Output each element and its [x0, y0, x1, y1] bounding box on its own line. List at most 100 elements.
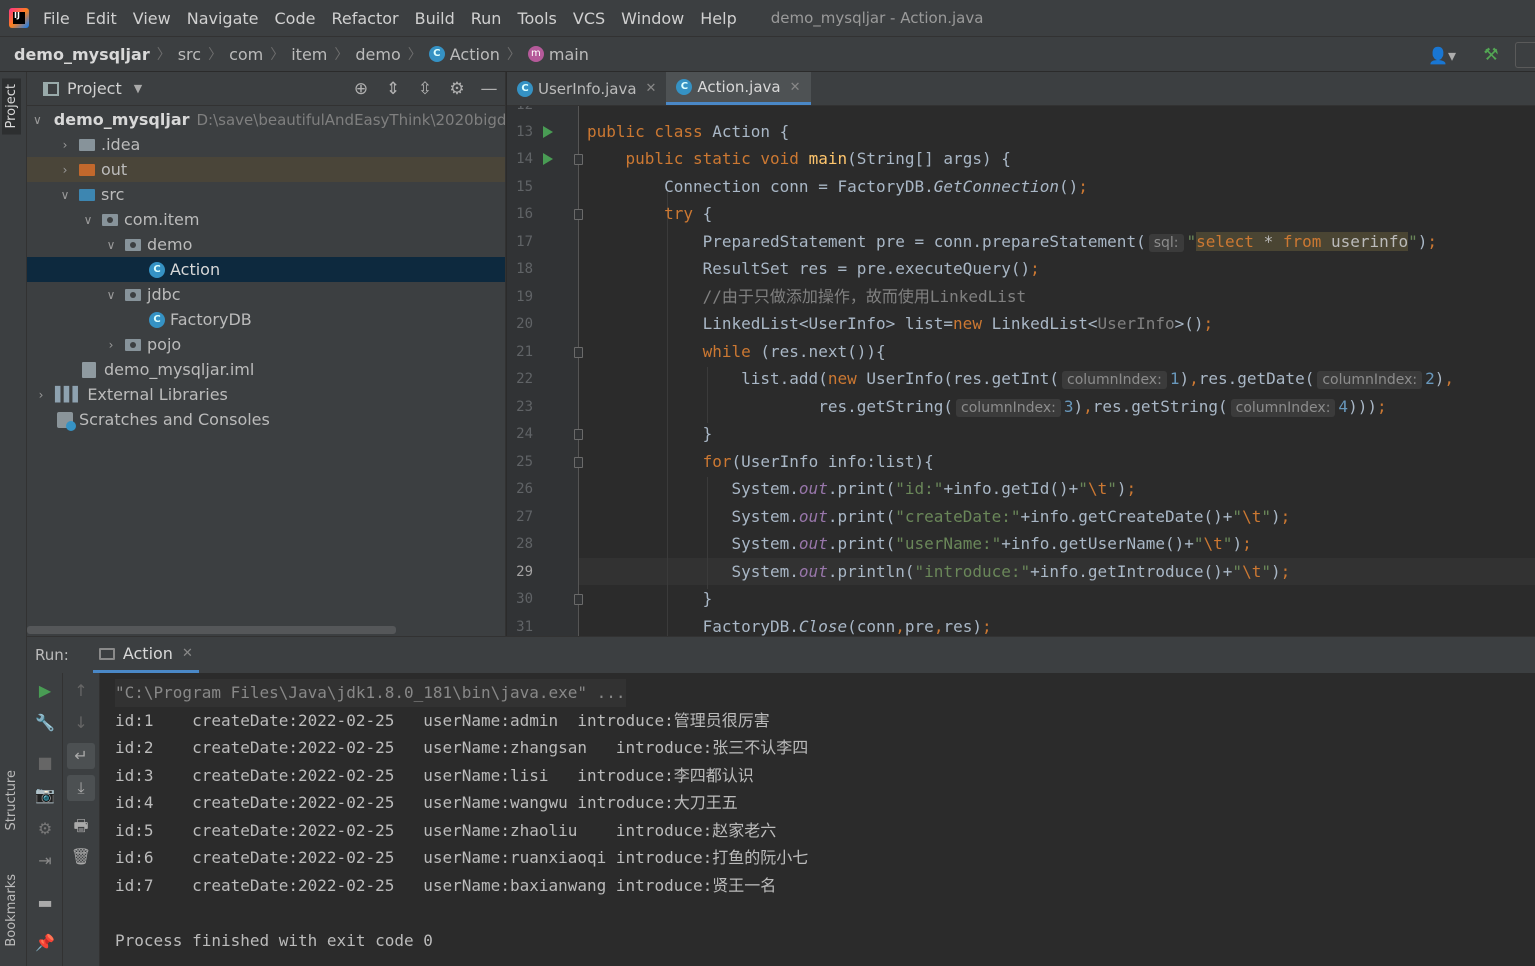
tree-item-src[interactable]: ∨ src — [27, 182, 505, 207]
minimize-icon[interactable]: — — [473, 79, 505, 99]
layout-icon[interactable]: ▬ — [27, 893, 63, 912]
menu-code[interactable]: Code — [267, 9, 324, 28]
camera-icon[interactable]: 📷 — [27, 785, 63, 804]
source-folder-icon — [79, 188, 95, 201]
tree-item-scratches[interactable]: Scratches and Consoles — [27, 407, 505, 432]
run-config-box[interactable] — [1515, 42, 1535, 68]
fold-marker-icon[interactable] — [574, 154, 583, 165]
breadcrumb-com[interactable]: com — [229, 45, 263, 64]
chevron-down-icon[interactable]: ∨ — [80, 213, 96, 227]
code-comment: //由于只做添加操作，故而使用LinkedList — [702, 287, 1027, 306]
chevron-down-icon[interactable]: ∨ — [33, 113, 42, 127]
breadcrumb-demo[interactable]: demo — [355, 45, 400, 64]
tool-tab-project[interactable]: Project — [2, 78, 21, 135]
run-tab-action[interactable]: Action ✕ — [92, 637, 199, 673]
exit-icon[interactable]: ⇥ — [27, 851, 63, 870]
tree-item-label: External Libraries — [87, 385, 228, 404]
trash-icon[interactable]: 🗑 — [63, 847, 99, 866]
breadcrumb-separator-icon: 〉 — [334, 47, 349, 63]
run-gutter-icon[interactable] — [543, 153, 553, 165]
expand-all-icon[interactable]: ⇕ — [377, 79, 409, 99]
tree-item-external-libraries[interactable]: › ▌▌▌ External Libraries — [27, 382, 505, 407]
code-line-14: public static void main(String[] args) { — [625, 149, 1011, 168]
dropdown-arrow-icon[interactable]: ▼ — [134, 82, 142, 95]
fold-marker-icon[interactable] — [574, 594, 583, 605]
breadcrumb-item[interactable]: item — [291, 45, 327, 64]
line-number: 27 — [516, 509, 533, 525]
tree-item-demo[interactable]: ∨ demo — [27, 232, 505, 257]
menu-view[interactable]: View — [125, 9, 179, 28]
collapse-all-icon[interactable]: ⇳ — [409, 79, 441, 99]
code-editor[interactable]: 12 13 14 15 16 17 18 19 20 21 22 23 24 2… — [507, 106, 1535, 636]
rerun-icon[interactable]: ▶ — [27, 681, 63, 700]
pin-icon[interactable]: 📌 — [27, 933, 63, 952]
breadcrumb-action[interactable]: C Action — [428, 45, 500, 64]
menu-help[interactable]: Help — [692, 9, 744, 28]
console-output[interactable]: "C:\Program Files\Java\jdk1.8.0_181\bin\… — [115, 679, 1535, 966]
chevron-right-icon[interactable]: › — [57, 138, 73, 152]
close-icon[interactable]: ✕ — [646, 81, 657, 96]
breadcrumb-src[interactable]: src — [178, 45, 201, 64]
fold-marker-icon[interactable] — [574, 429, 583, 440]
tree-item-jdbc[interactable]: ∨ jdbc — [27, 282, 505, 307]
tab-userinfo-java[interactable]: C UserInfo.java ✕ — [507, 72, 666, 105]
build-hammer-icon[interactable]: ⚒ — [1477, 45, 1505, 65]
wrench-icon[interactable]: 🔧 — [27, 713, 63, 732]
settings-icon[interactable]: ⚙ — [27, 819, 63, 838]
up-arrow-icon[interactable]: ↑ — [63, 681, 99, 700]
tree-item-iml[interactable]: demo_mysqljar.iml — [27, 357, 505, 382]
run-header: Run: Action ✕ — [27, 637, 1535, 673]
menu-edit[interactable]: Edit — [78, 9, 125, 28]
menu-file[interactable]: File — [35, 9, 78, 28]
close-icon[interactable]: ✕ — [182, 646, 193, 661]
line-number: 25 — [516, 454, 533, 470]
class-icon: C — [428, 46, 445, 62]
chevron-right-icon[interactable]: › — [103, 338, 119, 352]
chevron-down-icon[interactable]: ∨ — [103, 288, 119, 302]
tree-item-factorydb[interactable]: C FactoryDB — [27, 307, 505, 332]
tree-item-label: src — [101, 185, 125, 204]
breadcrumb-project[interactable]: demo_mysqljar — [14, 45, 150, 64]
print-icon[interactable]: 🖶 — [63, 815, 99, 842]
chevron-right-icon[interactable]: › — [57, 163, 73, 177]
tool-tab-structure[interactable]: Structure — [2, 766, 21, 834]
chevron-down-icon[interactable]: ∨ — [57, 188, 73, 202]
down-arrow-icon[interactable]: ↓ — [63, 713, 99, 732]
tree-item-label: FactoryDB — [170, 310, 252, 329]
menu-refactor[interactable]: Refactor — [323, 9, 406, 28]
tree-item-pojo[interactable]: › pojo — [27, 332, 505, 357]
tool-tab-bookmarks[interactable]: Bookmarks — [2, 870, 21, 951]
tree-item-out[interactable]: › out — [27, 157, 505, 182]
chevron-down-icon[interactable]: ∨ — [103, 238, 119, 252]
locate-target-icon[interactable]: ⊕ — [345, 79, 377, 99]
tree-item-com-item[interactable]: ∨ com.item — [27, 207, 505, 232]
tab-action-java[interactable]: C Action.java ✕ — [666, 72, 811, 105]
menu-navigate[interactable]: Navigate — [179, 9, 267, 28]
console-line: id:4 createDate:2022-02-25 userName:wang… — [115, 793, 738, 812]
menu-tools[interactable]: Tools — [509, 9, 564, 28]
tree-item-idea[interactable]: › .idea — [27, 132, 505, 157]
fold-marker-icon[interactable] — [574, 457, 583, 468]
tree-item-label: demo — [147, 235, 193, 254]
line-number: 12 — [507, 106, 533, 113]
fold-marker-icon[interactable] — [574, 209, 583, 220]
menu-window[interactable]: Window — [613, 9, 692, 28]
tree-item-demo-mysqljar[interactable]: ∨ demo_mysqljar D:\save\beautifulAndEasy… — [27, 107, 516, 132]
user-icon[interactable]: 👤▾ — [1423, 43, 1461, 67]
project-title[interactable]: Project — [67, 79, 122, 98]
menu-vcs[interactable]: VCS — [565, 9, 613, 28]
gear-icon[interactable]: ⚙ — [441, 79, 473, 99]
run-gutter-icon[interactable] — [543, 126, 553, 138]
breadcrumb-main[interactable]: m main — [527, 45, 589, 64]
scroll-to-end-icon[interactable]: ⤓ — [67, 775, 95, 801]
fold-marker-icon[interactable] — [574, 347, 583, 358]
chevron-right-icon[interactable]: › — [33, 388, 49, 402]
run-toolbar-left: ▶ 🔧 ■ 📷 ⚙ ⇥ ▬ 📌 — [27, 673, 63, 966]
menu-build[interactable]: Build — [407, 9, 463, 28]
horizontal-scrollbar[interactable] — [27, 626, 396, 634]
stop-icon[interactable]: ■ — [27, 753, 63, 772]
soft-wrap-icon[interactable]: ↵ — [67, 743, 95, 769]
close-icon[interactable]: ✕ — [790, 80, 801, 95]
menu-run[interactable]: Run — [463, 9, 510, 28]
tree-item-action[interactable]: C Action — [27, 257, 505, 282]
